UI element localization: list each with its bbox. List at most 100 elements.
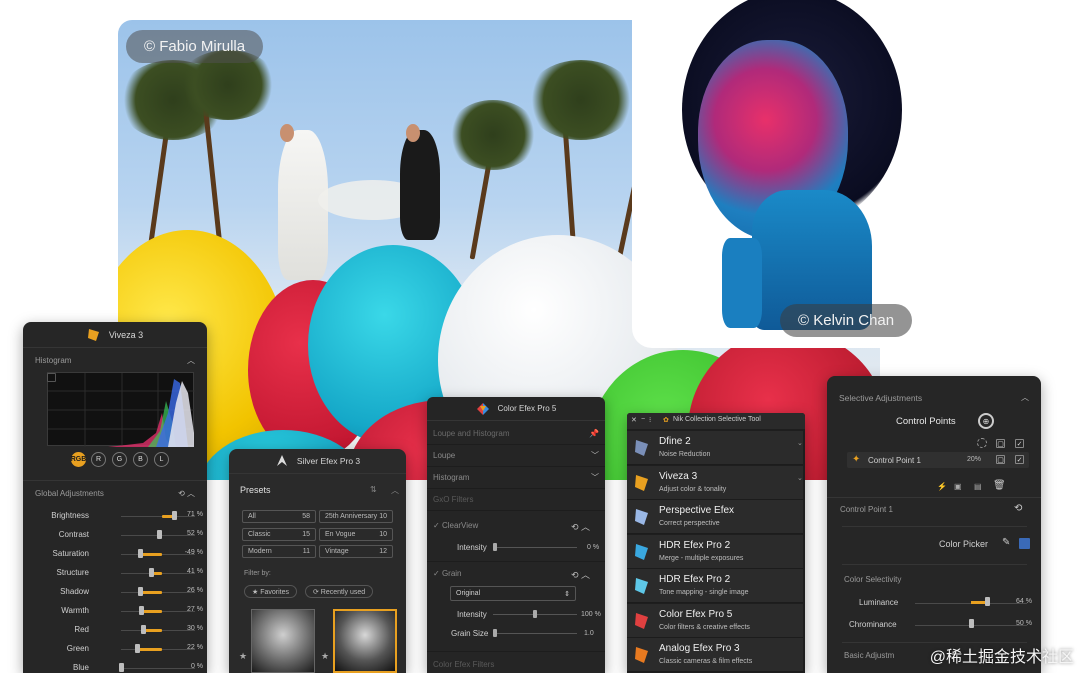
color-swatch[interactable]	[1019, 538, 1030, 549]
chevron-up-icon[interactable]: ︿	[1021, 392, 1029, 403]
nik-tool-item[interactable]: Viveza 3 Adjust color & tonality	[627, 465, 803, 500]
nik-tool-name: Analog Efex Pro 3	[659, 643, 740, 654]
slider-row-contrast: Contrast 52 %	[23, 528, 207, 542]
square-icon[interactable]: ▢	[996, 439, 1005, 448]
channel-g-button[interactable]: G	[112, 452, 127, 467]
paste-icon[interactable]: ▤	[974, 482, 982, 491]
channel-rgb-button[interactable]: RGB	[71, 452, 86, 467]
loupe-row[interactable]: Loupe ﹀	[427, 445, 605, 467]
nik-tool-item[interactable]: HDR Efex Pro 2 Merge - multiple exposures	[627, 534, 803, 569]
channel-l-button[interactable]: L	[154, 452, 169, 467]
preset-vintage[interactable]: Vintage 12	[319, 545, 393, 558]
menu-icon[interactable]: ⁝	[649, 416, 651, 424]
slider-handle[interactable]	[493, 629, 497, 637]
intensity-slider[interactable]	[493, 547, 577, 548]
trash-icon[interactable]: 🗑	[993, 480, 1006, 491]
nik-tool-desc: Noise Reduction	[659, 451, 711, 458]
preset-modern[interactable]: Modern 11	[242, 545, 316, 558]
minimize-icon[interactable]: −	[641, 416, 645, 423]
star-icon[interactable]: ★	[239, 651, 247, 662]
filter-recently-used[interactable]: ⟳ Recently used	[305, 585, 374, 598]
square-icon[interactable]: ▢	[996, 455, 1005, 464]
checkbox[interactable]: ✓	[1015, 439, 1024, 448]
copy-icon[interactable]: ▣	[954, 482, 962, 491]
close-icon[interactable]: ✕	[631, 416, 637, 424]
selective-adjustments-header[interactable]: Selective Adjustments ︿	[827, 392, 1041, 403]
selective-adjustments-panel: Selective Adjustments ︿ Control Points ⊕…	[827, 376, 1041, 673]
nik-tool-item[interactable]: HDR Efex Pro 2 Tone mapping - single imag…	[627, 569, 803, 603]
slider-handle[interactable]	[969, 619, 974, 628]
grain-size-value: 1.0	[584, 630, 594, 637]
slider-handle[interactable]	[138, 606, 144, 615]
slider-handle[interactable]	[141, 625, 147, 634]
eyedropper-icon[interactable]: ✎	[1002, 537, 1010, 548]
slider-fill	[140, 610, 162, 613]
grain-intensity-value: 100 %	[581, 611, 601, 618]
slider-handle[interactable]	[149, 568, 155, 577]
nik-tool-item[interactable]: Analog Efex Pro 3 Classic cameras & film …	[627, 638, 803, 672]
slider-handle[interactable]	[171, 511, 177, 520]
grain-mode-select[interactable]: Original ⇕	[450, 586, 576, 601]
preset-thumbnail[interactable]	[251, 609, 315, 673]
filter-favorites[interactable]: ★ Favorites	[244, 585, 298, 598]
slider-handle[interactable]	[119, 663, 124, 672]
presets-view-icon[interactable]: ⇅	[370, 485, 377, 494]
histogram-row[interactable]: Histogram ﹀	[427, 467, 605, 489]
histogram-section-header[interactable]: Histogram ︿	[23, 355, 207, 366]
grain-header[interactable]: ✓ Grain	[433, 569, 462, 578]
add-control-point-icon[interactable]: ⊕	[978, 413, 994, 429]
slider-track[interactable]	[121, 668, 195, 669]
preset-all[interactable]: All 58	[242, 510, 316, 523]
preset-25th-anniversary[interactable]: 25th Anniversary 10	[319, 510, 393, 523]
slider-row-structure: Structure 41 %	[23, 566, 207, 580]
nik-tool-name: Viveza 3	[659, 470, 698, 482]
preset-classic[interactable]: Classic 15	[242, 528, 316, 541]
watermark: @稀土掘金技术社区	[929, 649, 1074, 666]
reset-icon[interactable]: ⟲ ︿	[571, 568, 590, 581]
slider-handle[interactable]	[493, 543, 497, 551]
slider-label: Structure	[56, 568, 89, 577]
grain-size-slider[interactable]	[493, 633, 577, 634]
silver-efex-logo-icon	[275, 454, 289, 468]
nik-tool-desc: Merge - multiple exposures	[659, 554, 744, 562]
control-point-tool-icon[interactable]: ⚡	[937, 482, 947, 491]
slider-handle[interactable]	[137, 549, 143, 558]
slider-handle[interactable]	[157, 530, 163, 539]
reset-icon[interactable]: ⟲ ︿	[571, 520, 590, 533]
chevron-up-icon[interactable]: ︿	[187, 355, 195, 366]
star-icon[interactable]: ★	[321, 651, 329, 662]
clearview-header[interactable]: ✓ ClearView	[433, 521, 478, 530]
checkbox[interactable]: ✓	[1015, 455, 1024, 464]
slider-row-blue: Blue 0 %	[23, 661, 207, 673]
preset-en-vogue[interactable]: En Vogue 10	[319, 528, 393, 541]
slider-track[interactable]	[121, 516, 195, 517]
gxo-filters-row: GxO Filters	[427, 489, 605, 511]
nik-tool-name: Dfine 2	[659, 436, 691, 447]
slider-handle[interactable]	[533, 610, 537, 618]
pin-icon: 📌	[589, 429, 599, 438]
reset-icon[interactable]: ⟲	[1014, 503, 1022, 514]
slider-handle[interactable]	[984, 597, 990, 606]
channel-r-button[interactable]: R	[91, 452, 106, 467]
chevron-down-icon[interactable]: ⌄	[797, 439, 803, 447]
control-point-group-icon[interactable]	[977, 438, 987, 448]
control-point-icon: ✦	[852, 454, 861, 465]
global-adjustments-header[interactable]: Global Adjustments ⟲ ︿	[23, 488, 207, 499]
reset-icon[interactable]: ⟲ ︿	[178, 488, 195, 499]
nik-tool-item[interactable]: Color Efex Pro 5 Color filters & creative…	[627, 603, 803, 638]
histogram-clip-toggle[interactable]	[47, 373, 56, 382]
selective-adjustments-label: Selective Adjustments	[839, 392, 923, 403]
slider-value: 30 %	[187, 625, 203, 632]
slider-handle[interactable]	[135, 644, 141, 653]
chevron-up-icon[interactable]: ︿	[391, 485, 399, 496]
chevron-down-icon[interactable]: ⌄	[797, 474, 803, 482]
silver-efex-panel: Silver Efex Pro 3 Presets ⇅ ︿ All 58 25th…	[229, 449, 406, 673]
slider-fill	[140, 591, 162, 594]
loupe-histogram-row[interactable]: Loupe and Histogram 📌	[427, 423, 605, 445]
channel-b-button[interactable]: B	[133, 452, 148, 467]
nik-tool-item[interactable]: Dfine 2 Noise Reduction	[627, 431, 803, 465]
preset-thumbnail-selected[interactable]	[333, 609, 397, 673]
nik-tool-item[interactable]: Perspective Efex Correct perspective	[627, 500, 803, 534]
slider-handle[interactable]	[138, 587, 144, 596]
nik-tool-name: Color Efex Pro 5	[659, 608, 733, 620]
